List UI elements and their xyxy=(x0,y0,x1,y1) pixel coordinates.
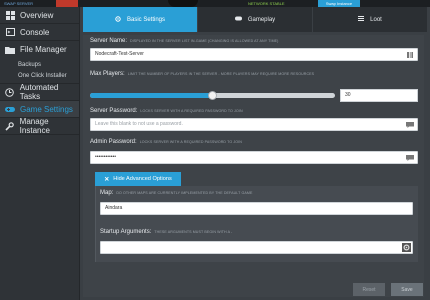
sidebar-item-file-manager[interactable]: File Manager xyxy=(0,41,79,58)
max-players-label-text: Max Players: xyxy=(90,71,125,77)
server-name-hint: DISPLAYED IN THE SERVER LIST IN-GAME (CH… xyxy=(130,39,279,43)
server-password-label-text: Server Password: xyxy=(90,108,138,114)
slider-handle[interactable] xyxy=(208,91,217,100)
tab-gameplay[interactable]: Gameplay xyxy=(198,7,312,32)
server-name-label-text: Server Name: xyxy=(90,38,128,44)
hide-advanced-label: Hide Advanced Options xyxy=(113,176,172,182)
dashboard-icon xyxy=(5,10,15,20)
sidebar-item-overview[interactable]: Overview xyxy=(0,7,79,24)
sidebar-item-label: File Manager xyxy=(20,45,67,54)
tab-label: Gameplay xyxy=(247,16,276,23)
startup-arguments-label: Startup Arguments: THESE ARGUMENTS MUST B… xyxy=(100,229,232,235)
max-players-hint: LIMIT THE NUMBER OF PLAYERS IN THE SERVE… xyxy=(127,72,315,76)
main-content: Basic Settings Gameplay Loot Server Name… xyxy=(80,7,430,300)
tab-label: Loot xyxy=(370,16,382,23)
admin-password-value: •••••••••••• xyxy=(95,154,117,160)
admin-password-label-text: Admin Password: xyxy=(90,139,137,145)
tab-label: Basic Settings xyxy=(126,16,166,23)
alert-badge xyxy=(56,0,78,7)
swap-server-hint[interactable]: SWAP SERVER xyxy=(4,0,33,7)
wrench-icon xyxy=(5,121,15,131)
admin-password-input[interactable]: •••••••••••• xyxy=(90,151,418,164)
server-logo xyxy=(168,0,198,7)
reset-button[interactable]: Reset xyxy=(353,283,385,296)
server-name-value: Nodecraft-Test-Server xyxy=(95,51,144,57)
top-bar: SWAP SERVER NETWORK STABLE Swap Instance xyxy=(0,0,430,7)
server-password-hint: LOCKS SERVER WITH A REQUIRED PASSWORD TO… xyxy=(140,109,243,113)
sidebar-item-label: Console xyxy=(20,27,50,37)
server-name-label: Server Name: DISPLAYED IN THE SERVER LIST… xyxy=(90,38,278,44)
settings-tabs: Basic Settings Gameplay Loot xyxy=(80,7,430,32)
server-password-placeholder: Leave this blank to not use a password. xyxy=(95,121,183,127)
settings-panel: Server Name: DISPLAYED IN THE SERVER LIST… xyxy=(83,35,424,297)
tab-loot[interactable]: Loot xyxy=(313,7,427,32)
sidebar: Overview Console File Manager Backups On… xyxy=(0,7,80,300)
comment-icon[interactable] xyxy=(406,154,414,161)
folder-icon xyxy=(5,45,15,55)
save-button[interactable]: Save xyxy=(391,283,423,296)
server-password-label: Server Password: LOCKS SERVER WITH A REQU… xyxy=(90,108,243,114)
swap-instance-button[interactable]: Swap Instance xyxy=(318,0,360,7)
gear-icon xyxy=(115,15,121,24)
sidebar-item-label: Game Settings xyxy=(20,104,73,114)
max-players-slider[interactable] xyxy=(90,91,335,100)
sidebar-item-label: Automated Tasks xyxy=(19,83,59,101)
advanced-options-box: Map: DO OTHER MAPS ARE CURRENTLY IMPLEMEN… xyxy=(95,186,418,262)
network-status: NETWORK STABLE xyxy=(248,1,285,6)
sidebar-item-manage-instance[interactable]: Manage Instance xyxy=(0,117,79,135)
console-icon xyxy=(5,27,15,37)
comment-icon[interactable] xyxy=(406,121,414,128)
close-icon: ✕ xyxy=(104,176,110,183)
hide-advanced-options-button[interactable]: ✕ Hide Advanced Options xyxy=(95,172,181,186)
map-value: Aindara xyxy=(105,205,123,211)
map-hint: DO OTHER MAPS ARE CURRENTLY IMPLEMENTED … xyxy=(116,191,253,195)
admin-password-hint: LOCKS SERVER WITH A REQUIRED PASSWORD TO… xyxy=(139,140,242,144)
startup-arguments-hint: THESE ARGUMENTS MUST BEGIN WITH A - xyxy=(154,230,233,234)
sidebar-item-game-settings[interactable]: Game Settings xyxy=(0,101,79,118)
max-players-label: Max Players: LIMIT THE NUMBER OF PLAYERS … xyxy=(90,71,314,77)
app-root: SWAP SERVER NETWORK STABLE Swap Instance… xyxy=(0,0,430,300)
max-players-value-input[interactable]: 30 xyxy=(340,89,418,102)
grid-icon[interactable] xyxy=(406,51,414,58)
sidebar-item-label: Overview xyxy=(20,10,54,20)
file-manager-submenu: Backups One Click Installer xyxy=(0,58,79,84)
sidebar-item-console[interactable]: Console xyxy=(0,24,79,41)
sidebar-item-label: Manage Instance xyxy=(19,117,50,135)
gamepad-icon xyxy=(5,104,15,114)
sidebar-subitem-backups[interactable]: Backups xyxy=(0,59,79,70)
sidebar-item-automated-tasks[interactable]: Automated Tasks xyxy=(0,83,79,101)
tab-basic-settings[interactable]: Basic Settings xyxy=(83,7,197,32)
map-label-text: Map: xyxy=(100,190,114,196)
gear-icon[interactable] xyxy=(402,243,411,252)
admin-password-label: Admin Password: LOCKS SERVER WITH A REQUI… xyxy=(90,139,242,145)
startup-arguments-label-text: Startup Arguments: xyxy=(100,229,152,235)
map-label: Map: DO OTHER MAPS ARE CURRENTLY IMPLEMEN… xyxy=(100,190,252,196)
gamepad-icon xyxy=(234,16,242,23)
slider-fill xyxy=(90,93,213,98)
server-password-input[interactable]: Leave this blank to not use a password. xyxy=(90,118,418,131)
map-input[interactable]: Aindara xyxy=(100,202,413,215)
server-name-input[interactable]: Nodecraft-Test-Server xyxy=(90,48,418,61)
clock-icon xyxy=(5,87,15,97)
startup-arguments-input[interactable] xyxy=(100,241,413,254)
sidebar-subitem-one-click-installer[interactable]: One Click Installer xyxy=(0,70,79,81)
list-icon xyxy=(358,16,365,23)
